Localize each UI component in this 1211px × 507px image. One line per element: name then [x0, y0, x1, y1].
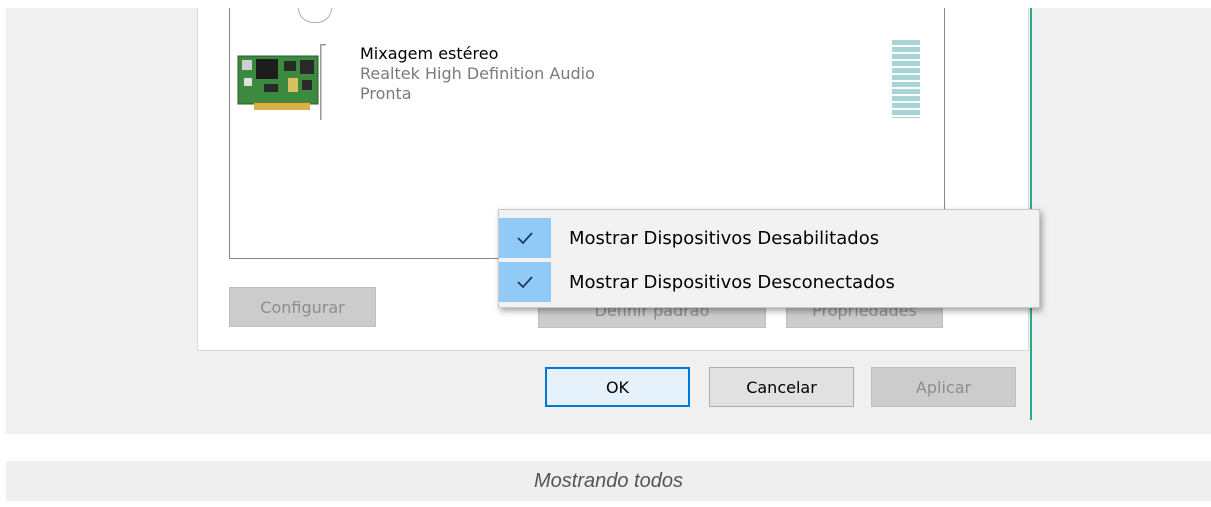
- check-icon: [499, 262, 551, 302]
- menu-item-label: Mostrar Dispositivos Desabilitados: [569, 227, 880, 249]
- sound-card-icon[interactable]: [236, 44, 328, 120]
- check-icon: [499, 218, 551, 258]
- context-menu: Mostrar Dispositivos Desabilitados Mostr…: [498, 209, 1040, 308]
- apply-button[interactable]: Aplicar: [871, 367, 1016, 407]
- device-info[interactable]: Mixagem estéreo Realtek High Definition …: [360, 44, 595, 104]
- device-driver: Realtek High Definition Audio: [360, 64, 595, 83]
- volume-level-meter: [892, 40, 920, 118]
- configure-button[interactable]: Configurar: [229, 287, 376, 327]
- cancel-button[interactable]: Cancelar: [709, 367, 854, 407]
- device-name: Mixagem estéreo: [360, 44, 499, 63]
- ok-button[interactable]: OK: [545, 367, 690, 407]
- menu-item-show-disabled[interactable]: Mostrar Dispositivos Desabilitados: [499, 218, 1039, 258]
- caption: Mostrando todos: [6, 461, 1211, 501]
- device-status: Pronta: [360, 84, 412, 103]
- menu-item-label: Mostrar Dispositivos Desconectados: [569, 271, 895, 293]
- menu-item-show-disconnected[interactable]: Mostrar Dispositivos Desconectados: [499, 262, 1039, 302]
